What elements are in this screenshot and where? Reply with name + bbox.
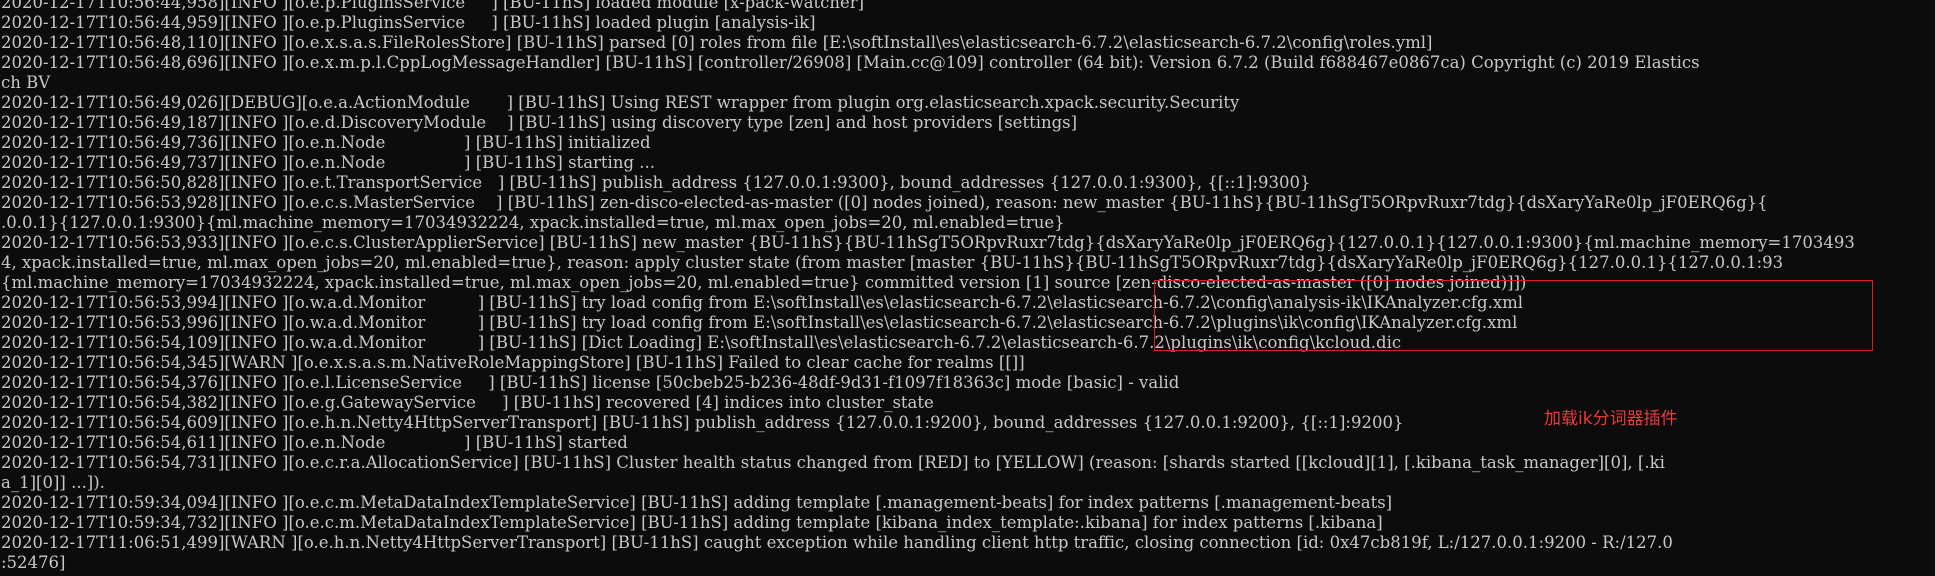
log-line: 2020-12-17T10:56:54,109][INFO ][o.w.a.d.… [1,333,1402,352]
log-line: 2020-12-17T10:56:49,736][INFO ][o.e.n.No… [1,133,651,152]
log-line: 2020-12-17T10:56:44,959][INFO ][o.e.p.Pl… [1,13,816,32]
log-line: 2020-12-17T10:56:48,696][INFO ][o.e.x.m.… [1,53,1700,72]
log-line: 2020-12-17T10:56:54,731][INFO ][o.e.c.r.… [1,453,1665,472]
log-line: a_1][0]] ...]). [1,473,105,492]
log-line: :52476] [1,553,66,572]
annotation-label: 加载ik分词器插件 [1544,409,1678,429]
log-line: ch BV [1,73,51,92]
log-line: 2020-12-17T10:56:54,611][INFO ][o.e.n.No… [1,433,628,452]
log-line: 4, xpack.installed=true, ml.max_open_job… [1,253,1784,272]
log-line: 2020-12-17T11:06:51,499][WARN ][o.e.h.n.… [1,533,1673,552]
console-window: 2020-12-17T10:56:44,958][INFO ][o.e.p.Pl… [0,0,1935,576]
log-line: 2020-12-17T10:56:49,187][INFO ][o.e.d.Di… [1,113,1078,132]
log-line: 2020-12-17T10:56:54,345][WARN ][o.e.x.s.… [1,353,1025,372]
log-line: 2020-12-17T10:56:49,026][DEBUG][o.e.a.Ac… [1,93,1240,112]
log-line: 2020-12-17T10:59:34,732][INFO ][o.e.c.m.… [1,513,1383,532]
log-line: 2020-12-17T10:56:54,382][INFO ][o.e.g.Ga… [1,393,934,412]
log-line: .0.0.1}{127.0.0.1:9300}{ml.machine_memor… [1,213,1065,232]
log-line: 2020-12-17T10:56:54,376][INFO ][o.e.l.Li… [1,373,1180,392]
log-line: 2020-12-17T10:56:54,609][INFO ][o.e.h.n.… [1,413,1404,432]
log-line: 2020-12-17T10:56:50,828][INFO ][o.e.t.Tr… [1,173,1311,192]
log-line: 2020-12-17T10:56:53,994][INFO ][o.w.a.d.… [1,293,1524,312]
log-line: 2020-12-17T10:56:53,996][INFO ][o.w.a.d.… [1,313,1518,332]
log-line: {ml.machine_memory=17034932224, xpack.in… [1,273,1527,292]
log-line: 2020-12-17T10:56:48,110][INFO ][o.e.x.s.… [1,33,1433,52]
log-line: 2020-12-17T10:56:44,958][INFO ][o.e.p.Pl… [1,0,865,12]
log-line: 2020-12-17T10:56:49,737][INFO ][o.e.n.No… [1,153,655,172]
log-line: 2020-12-17T10:56:53,928][INFO ][o.e.c.s.… [1,193,1768,212]
log-line: 2020-12-17T10:59:34,094][INFO ][o.e.c.m.… [1,493,1393,512]
log-line: 2020-12-17T10:56:53,933][INFO ][o.e.c.s.… [1,233,1855,252]
